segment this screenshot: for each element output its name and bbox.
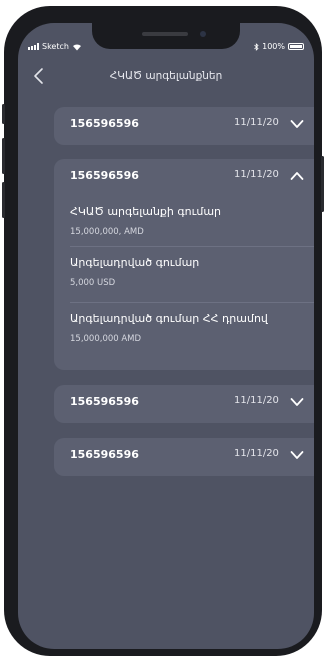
- chevron-down-icon[interactable]: [290, 119, 304, 129]
- account-date: 11/11/20: [234, 448, 279, 459]
- divider: [70, 246, 314, 247]
- account-number: 156596596: [70, 169, 139, 182]
- power-button: [321, 156, 324, 212]
- detail-block: ՀԿԱԾ արգելանքի գումար 15,000,000, AMD: [70, 205, 314, 237]
- detail-label: Արգելադրված գումար: [70, 256, 200, 269]
- account-card-header[interactable]: 156596596 11/11/20: [54, 107, 314, 141]
- battery-icon: [288, 43, 304, 50]
- front-camera: [200, 31, 206, 37]
- detail-block: Արգելադրված գումար ՀՀ դրամով 15,000,000 …: [70, 312, 314, 344]
- account-card-header[interactable]: 156596596 11/11/20: [54, 159, 314, 193]
- detail-value: 15,000,000, AMD: [70, 227, 144, 237]
- signal-icon: [28, 43, 39, 50]
- account-card[interactable]: 156596596 11/11/20: [54, 438, 314, 476]
- account-date: 11/11/20: [234, 169, 279, 180]
- wifi-icon: [72, 43, 81, 50]
- account-card[interactable]: 156596596 11/11/20: [54, 107, 314, 145]
- mute-switch: [2, 104, 5, 124]
- volume-down-button: [2, 182, 5, 218]
- account-card-header[interactable]: 156596596 11/11/20: [54, 385, 314, 419]
- account-number: 156596596: [70, 117, 139, 130]
- notch: [92, 23, 240, 49]
- account-number: 156596596: [70, 395, 139, 408]
- battery-percent: 100%: [262, 42, 285, 51]
- account-number: 156596596: [70, 448, 139, 461]
- account-card[interactable]: 156596596 11/11/20: [54, 385, 314, 423]
- screen: Sketch 100% ՀԿԱԾ արգելանքներ 156596596 1…: [18, 23, 314, 649]
- account-date: 11/11/20: [234, 117, 279, 128]
- speaker: [142, 32, 188, 36]
- status-left: Sketch: [28, 42, 82, 51]
- carrier-name: Sketch: [42, 42, 69, 51]
- status-right: 100%: [254, 42, 304, 51]
- chevron-up-icon[interactable]: [290, 171, 304, 181]
- bluetooth-icon: [254, 42, 259, 51]
- detail-label: ՀԿԱԾ արգելանքի գումար: [70, 205, 222, 218]
- divider: [70, 302, 314, 303]
- detail-block: Արգելադրված գումար 5,000 USD: [70, 256, 314, 288]
- account-date: 11/11/20: [234, 395, 279, 406]
- account-card-expanded[interactable]: 156596596 11/11/20 ՀԿԱԾ արգելանքի գումար…: [54, 159, 314, 370]
- detail-value: 15,000,000 AMD: [70, 334, 142, 344]
- account-card-header[interactable]: 156596596 11/11/20: [54, 438, 314, 472]
- volume-up-button: [2, 138, 5, 174]
- detail-value: 5,000 USD: [70, 278, 116, 288]
- detail-label: Արգելադրված գումար ՀՀ դրամով: [70, 312, 268, 325]
- page-title: ՀԿԱԾ արգելանքներ: [109, 70, 223, 82]
- chevron-down-icon[interactable]: [290, 397, 304, 407]
- phone-frame: Sketch 100% ՀԿԱԾ արգելանքներ 156596596 1…: [2, 6, 324, 656]
- chevron-down-icon[interactable]: [290, 450, 304, 460]
